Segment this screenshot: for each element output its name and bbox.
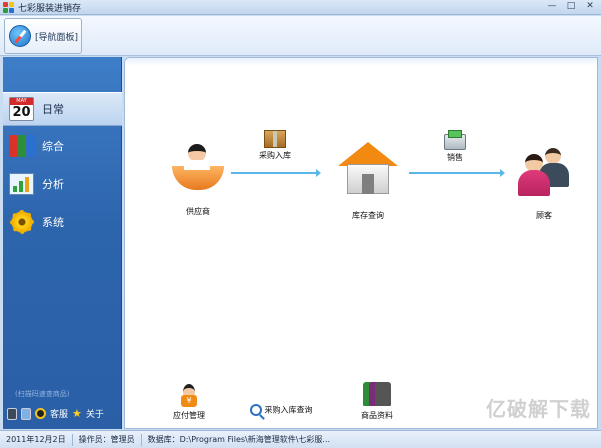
close-button[interactable]: ✕: [582, 1, 598, 13]
flow-arrow: [409, 169, 505, 177]
customer-node[interactable]: 顾客: [509, 146, 579, 221]
status-operator: 操作员：管理员: [78, 435, 135, 444]
calculator-icon[interactable]: [7, 407, 17, 420]
supplier-label: 供应商: [186, 207, 210, 216]
sidebar-item-general[interactable]: 综合: [3, 129, 122, 163]
cash-register-icon: [444, 130, 466, 150]
inventory-label: 库存查询: [352, 211, 384, 220]
calendar-icon: MAY 20: [8, 96, 36, 122]
customers-icon: [515, 146, 573, 200]
app-logo-icon: [3, 1, 14, 13]
purchase-in-node[interactable]: 采购入库: [245, 130, 305, 161]
supplier-icon: [170, 144, 226, 192]
status-bar: 2011年12月2日 操作员：管理员 数据库：D:\Program Files\…: [0, 430, 601, 448]
sidebar-item-system[interactable]: 系统: [3, 205, 122, 239]
binders-icon: [8, 133, 36, 159]
sidebar-item-label: 日常: [42, 103, 64, 116]
search-icon: [249, 404, 262, 416]
purchase-in-label: 采购入库: [259, 151, 291, 160]
title-bar: 七彩服装进销存 — □ ✕: [0, 0, 601, 15]
nav-panel-label: [导航面板]: [35, 32, 79, 43]
gear-icon: [8, 209, 36, 235]
customer-label: 顾客: [536, 211, 552, 220]
barcode-hint[interactable]: (扫描码速查商品): [15, 389, 69, 399]
window-title: 七彩服装进销存: [18, 3, 82, 14]
sidebar-item-label: 分析: [42, 178, 64, 191]
status-date: 2011年12月2日: [6, 435, 66, 444]
sidebar-item-daily[interactable]: MAY 20 日常: [3, 92, 122, 126]
qq-icon: [35, 408, 46, 419]
sidebar-item-label: 综合: [42, 140, 64, 153]
help-icon[interactable]: [21, 407, 31, 420]
minimize-button[interactable]: —: [544, 1, 560, 13]
sidebar: MAY 20 日常 综合 分析 系统 (扫描码速查商品) 客服 ★ 关于: [3, 57, 122, 429]
purchase-query-button[interactable]: 采购入库查询: [241, 404, 321, 416]
toolbar: [导航面板]: [0, 16, 601, 56]
supplier-node[interactable]: 供应商: [163, 144, 233, 217]
house-icon: [338, 142, 398, 198]
maximize-button[interactable]: □: [563, 1, 579, 13]
payable-label: 应付管理: [173, 411, 205, 420]
support-link[interactable]: 客服: [50, 407, 68, 420]
sales-node[interactable]: 销售: [425, 130, 485, 163]
about-link[interactable]: 关于: [86, 407, 104, 420]
main-panel: 供应商 采购入库 库存查询 销售 顾客 应付管理 采购入库查: [124, 57, 598, 429]
nav-panel-button[interactable]: [导航面板]: [4, 18, 82, 54]
product-info-label: 商品资料: [361, 411, 393, 420]
sidebar-item-analysis[interactable]: 分析: [3, 167, 122, 201]
inventory-node[interactable]: 库存查询: [333, 142, 403, 221]
chart-icon: [8, 171, 36, 197]
clothing-icon: [363, 382, 391, 408]
watermark: 亿破解下载: [486, 397, 591, 421]
status-database: 数据库：D:\Program Files\新海管理软件\七彩服...: [147, 435, 331, 444]
star-icon: ★: [72, 407, 82, 420]
compass-icon: [9, 25, 31, 47]
flow-arrow: [231, 169, 321, 177]
box-icon: [264, 130, 286, 148]
sidebar-item-label: 系统: [42, 216, 64, 229]
product-info-button[interactable]: 商品资料: [355, 382, 399, 421]
payable-button[interactable]: 应付管理: [167, 384, 211, 421]
payable-icon: [178, 384, 200, 408]
sales-label: 销售: [447, 153, 463, 162]
purchase-query-label: 采购入库查询: [264, 405, 313, 415]
